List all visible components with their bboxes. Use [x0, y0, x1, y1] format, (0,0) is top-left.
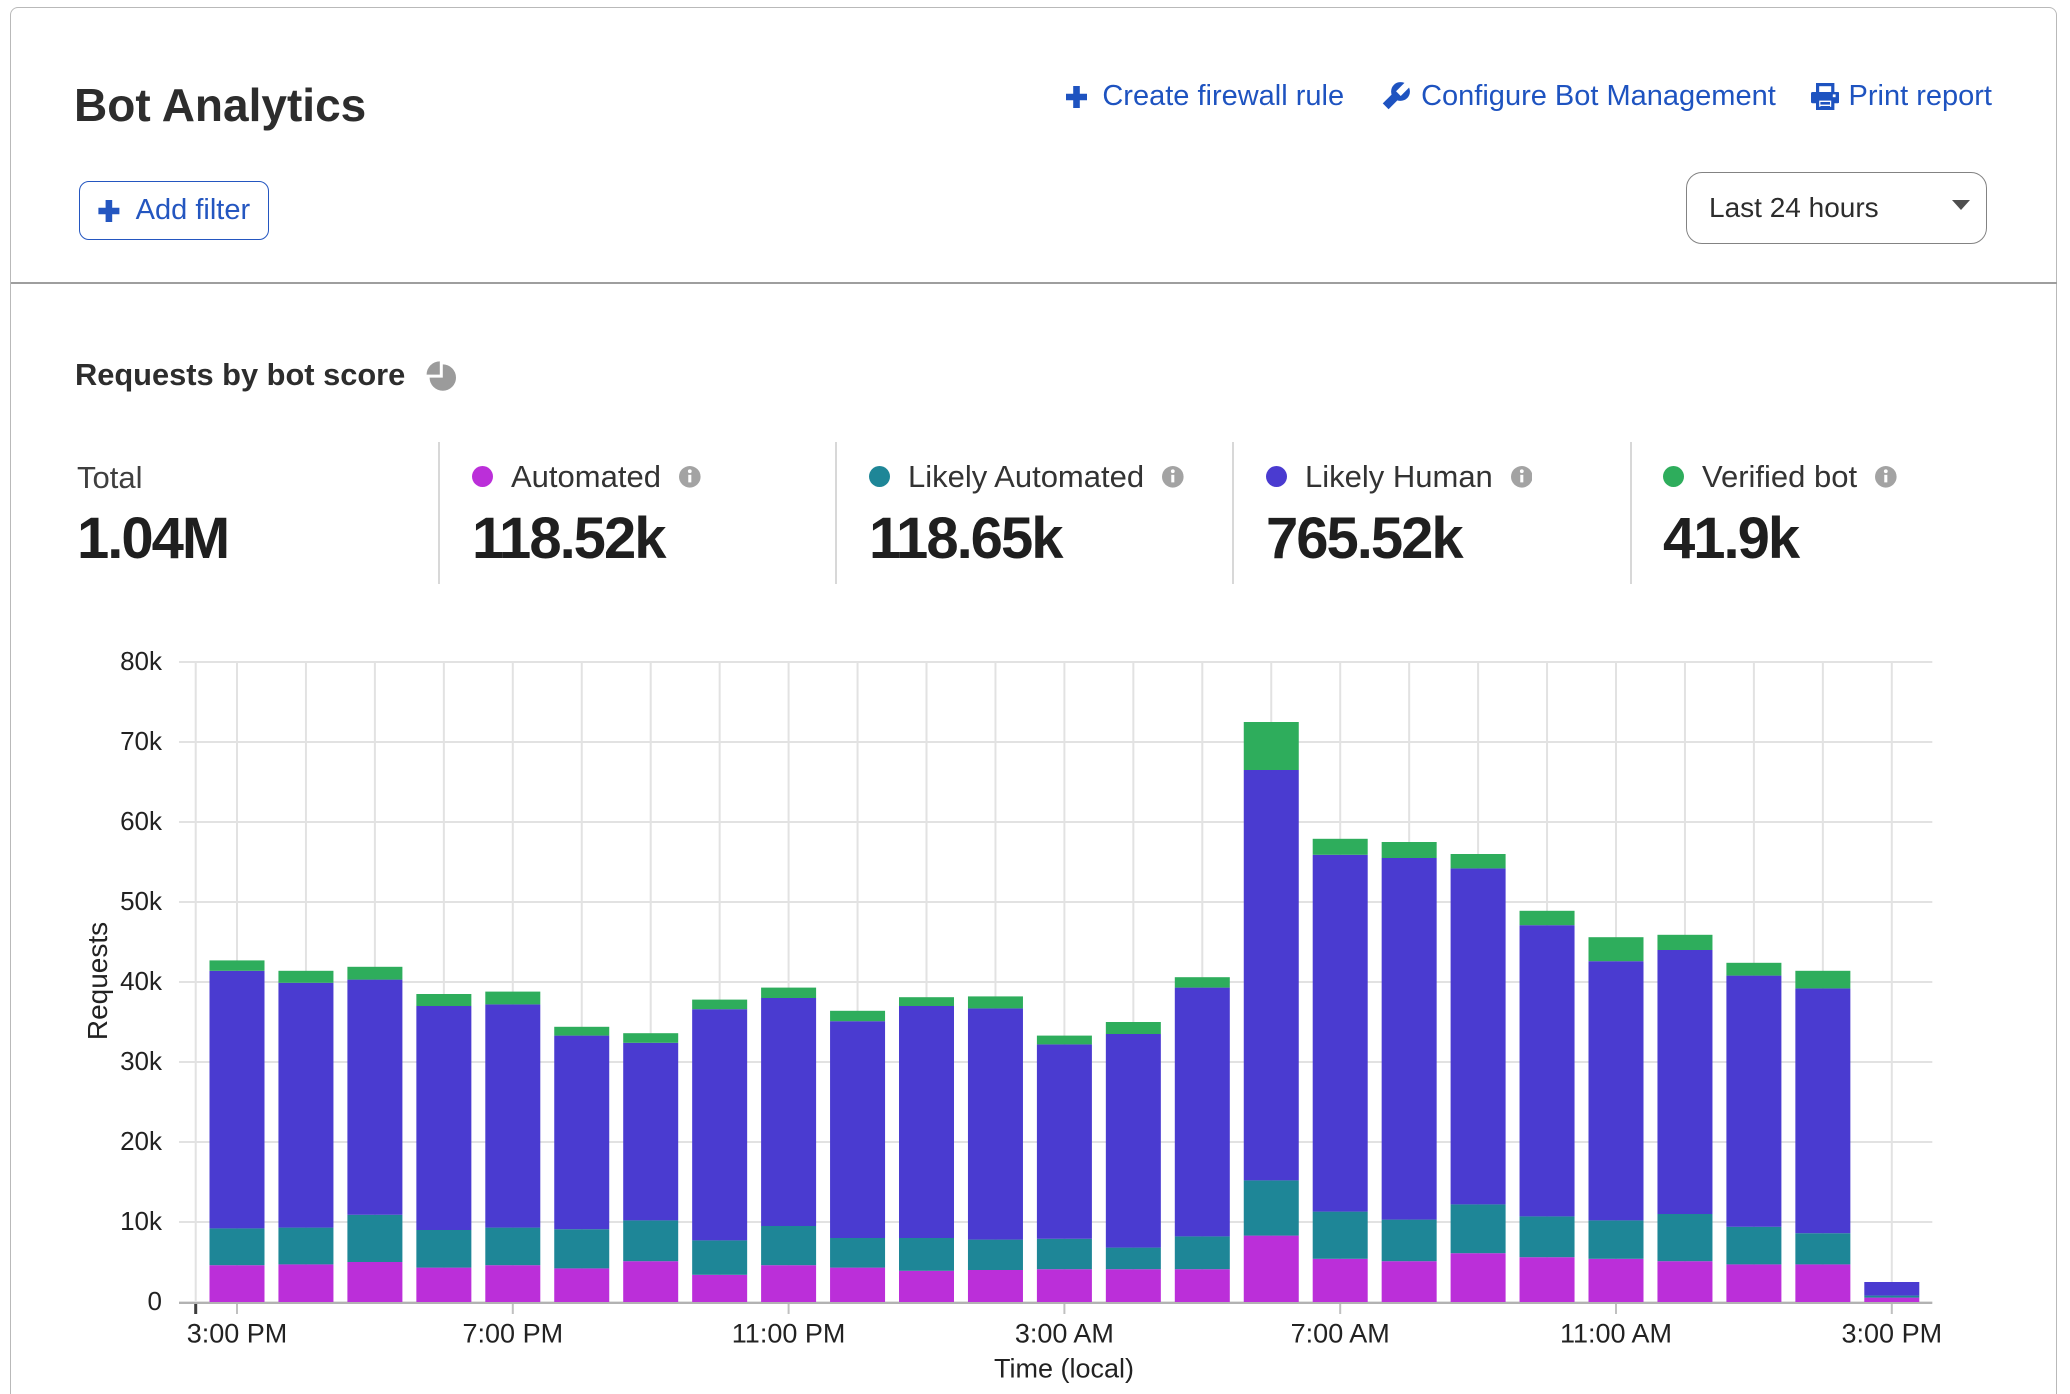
svg-text:7:00 AM: 7:00 AM: [1291, 1319, 1390, 1349]
svg-text:40k: 40k: [120, 966, 163, 996]
svg-text:Time (local): Time (local): [994, 1353, 1134, 1383]
svg-text:70k: 70k: [120, 726, 163, 756]
svg-text:60k: 60k: [120, 806, 163, 836]
svg-text:11:00 PM: 11:00 PM: [732, 1319, 846, 1349]
svg-text:0: 0: [148, 1286, 162, 1316]
svg-text:3:00 PM: 3:00 PM: [1842, 1319, 1943, 1349]
svg-text:10k: 10k: [120, 1206, 163, 1236]
svg-text:3:00 PM: 3:00 PM: [187, 1319, 288, 1349]
svg-text:50k: 50k: [120, 886, 163, 916]
svg-text:80k: 80k: [120, 646, 163, 676]
svg-text:3:00 AM: 3:00 AM: [1015, 1319, 1114, 1349]
svg-text:11:00 AM: 11:00 AM: [1560, 1319, 1672, 1349]
svg-text:30k: 30k: [120, 1046, 163, 1076]
svg-text:7:00 PM: 7:00 PM: [463, 1319, 564, 1349]
svg-text:20k: 20k: [120, 1126, 163, 1156]
svg-text:Requests: Requests: [82, 922, 113, 1040]
